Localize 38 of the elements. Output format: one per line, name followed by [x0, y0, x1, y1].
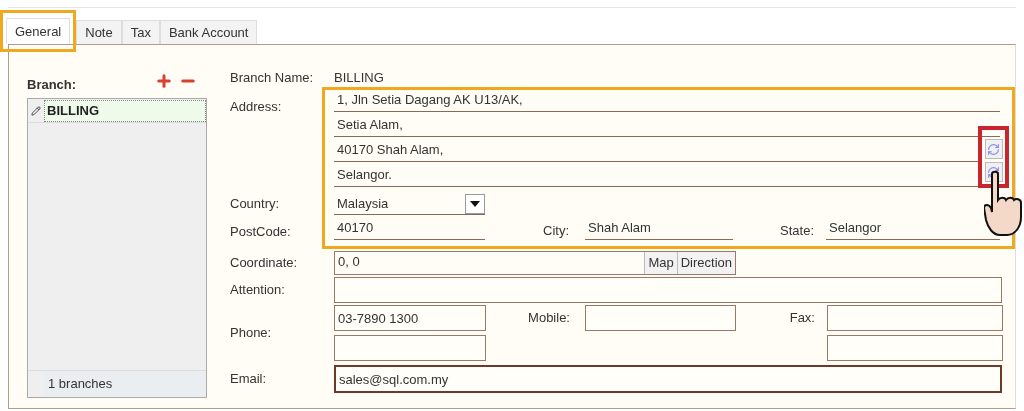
- tab[interactable]: General: [6, 18, 71, 44]
- address-field[interactable]: 1, Jln Setia Dagang AK U13/AK,: [334, 90, 1000, 112]
- branch-item[interactable]: BILLING: [44, 99, 206, 122]
- text-field[interactable]: [334, 335, 486, 361]
- field-label: Address:: [230, 99, 282, 114]
- field-label: PostCode:: [230, 223, 291, 242]
- branch-count: 1 branches: [44, 371, 206, 397]
- tab[interactable]: Note: [76, 20, 122, 44]
- field-label: Country:: [230, 195, 280, 214]
- field-label: Branch Name:: [230, 69, 314, 88]
- address-field[interactable]: Selangor.: [334, 165, 978, 187]
- field-label: Phone:: [230, 324, 272, 343]
- address-field[interactable]: 40170 Shah Alam,: [334, 140, 978, 162]
- text-field[interactable]: [827, 305, 1003, 331]
- branch-name-value: BILLING: [334, 69, 384, 88]
- field-label: Coordinate:: [230, 254, 298, 273]
- text-field[interactable]: 40170: [334, 218, 485, 240]
- refresh-button[interactable]: [984, 139, 1003, 159]
- branch-label: Branch:: [27, 76, 77, 95]
- text-field[interactable]: [827, 335, 1003, 361]
- field-label: State:: [780, 221, 814, 240]
- field-label: Attention:: [230, 281, 285, 300]
- add-icon[interactable]: [155, 72, 173, 90]
- text-field[interactable]: [334, 277, 1002, 303]
- country-dropdown[interactable]: Malaysia: [334, 193, 485, 215]
- tab[interactable]: Bank Account: [159, 20, 258, 44]
- text-field[interactable]: Shah Alam: [585, 218, 733, 240]
- text-field[interactable]: sales@sql.com.my: [334, 365, 1002, 393]
- field-label: Email:: [230, 370, 267, 389]
- text-field[interactable]: [585, 305, 736, 331]
- tab[interactable]: Tax: [121, 20, 160, 44]
- field-label: City:: [543, 221, 569, 240]
- pencil-icon: [31, 105, 41, 116]
- field-label: Mobile:: [528, 309, 570, 328]
- address-field[interactable]: Setia Alam,: [334, 115, 1000, 137]
- text-field[interactable]: 03-7890 1300: [334, 305, 486, 331]
- refresh-icon: [987, 142, 1000, 156]
- field-label: Fax:: [789, 309, 815, 328]
